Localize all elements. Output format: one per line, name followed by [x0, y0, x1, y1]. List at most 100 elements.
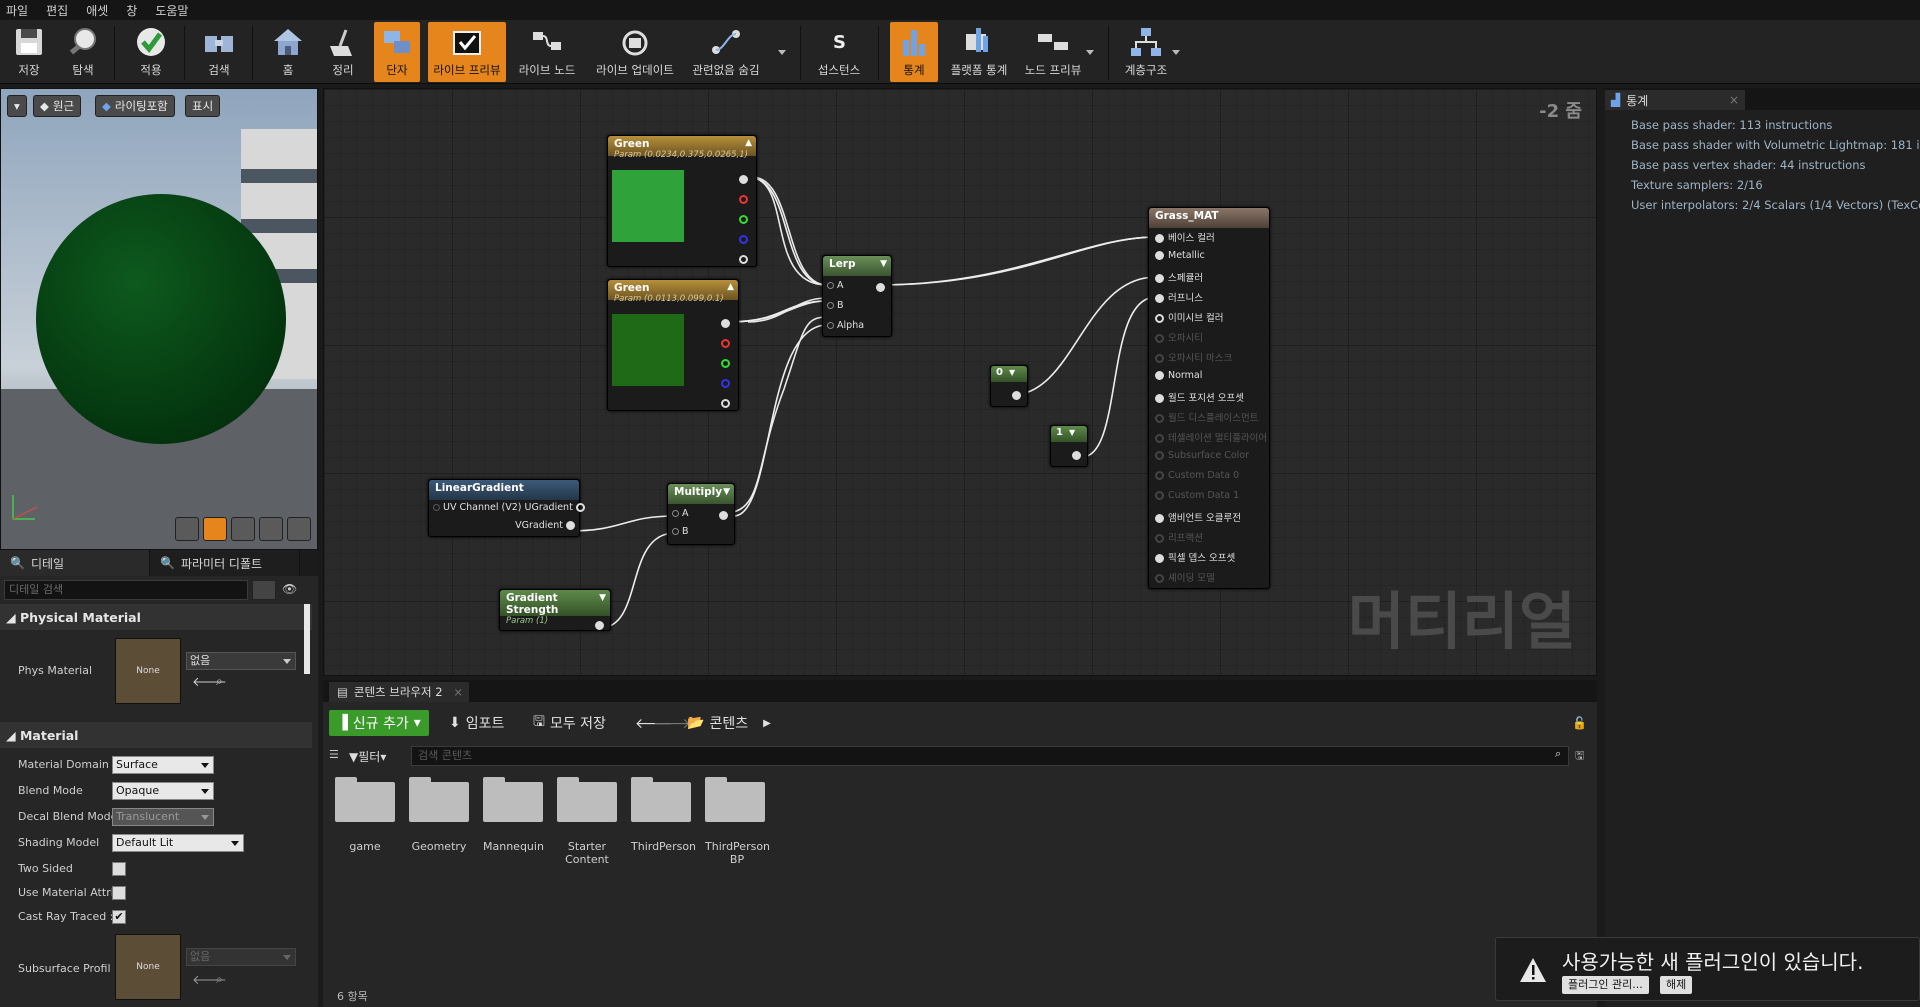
node-result-material[interactable]: Grass_MAT 베이스 컬러 Metallic 스페큘러 러프니스 이미시브 컬러 오… [1148, 207, 1270, 589]
result-input-pin[interactable]: 이미시브 컬러 [1155, 310, 1223, 324]
home-button[interactable]: 홈 [266, 22, 310, 82]
result-input-pin[interactable]: 러프니스 [1155, 290, 1203, 304]
lerp-input-b[interactable]: B [827, 300, 844, 311]
cube-shape-button[interactable] [259, 517, 283, 541]
result-input-pin[interactable]: 픽셀 뎁스 오프셋 [1155, 550, 1235, 564]
collapse-arrow-icon[interactable]: ▼ [723, 487, 730, 497]
node-preview-dropdown[interactable] [1086, 50, 1094, 55]
result-input-pin[interactable]: Metallic [1155, 250, 1205, 261]
import-button[interactable]: ⬇ 임포트 [449, 710, 504, 736]
menu-window[interactable]: 창 [126, 2, 137, 19]
details-scrollbar[interactable] [304, 604, 310, 674]
output-pin-rgb[interactable] [721, 316, 730, 329]
material-graph[interactable]: -2 줌 머티리얼 Green Param (0.0234,0.375,0.02… [323, 88, 1597, 676]
cylinder-shape-button[interactable] [175, 517, 199, 541]
live-preview-button[interactable]: 라이브 프리뷰 [428, 22, 506, 82]
custom-mesh-button[interactable] [287, 517, 311, 541]
connectors-button[interactable]: 단자 [374, 22, 420, 82]
vgradient-output[interactable]: VGradient [515, 520, 575, 531]
menu-asset[interactable]: 애셋 [86, 2, 108, 19]
platform-stats-button[interactable]: 플랫폼 통계 [946, 22, 1012, 82]
browse-button[interactable]: 탐색 [58, 22, 108, 82]
output-pin-a[interactable] [739, 252, 748, 265]
search-button[interactable]: 검색 [196, 22, 242, 82]
folder-item[interactable]: game [335, 777, 395, 853]
node-preview-button[interactable]: 노드 프리뷰 [1020, 22, 1086, 82]
constant-output-pin[interactable] [1072, 448, 1081, 461]
collapse-arrow-icon[interactable]: ▼ [1009, 368, 1015, 377]
lerp-input-alpha[interactable]: Alpha [827, 320, 864, 331]
use-material-attributes-checkbox[interactable] [112, 886, 126, 900]
subsurface-profile-thumbnail[interactable]: None [115, 934, 181, 1000]
material-domain-select[interactable]: Surface [112, 756, 214, 774]
output-pin-rgb[interactable] [739, 172, 748, 185]
collapse-arrow-icon[interactable]: ▼ [1069, 428, 1075, 437]
folder-item[interactable]: ThirdPerson BP [705, 777, 770, 866]
node-constant-0[interactable]: 0 ▼ [990, 365, 1028, 407]
details-search-input[interactable]: 디테일 검색 [4, 580, 248, 600]
live-nodes-button[interactable]: 라이브 노드 [514, 22, 580, 82]
node-green-1[interactable]: Green Param (0.0234,0.375,0.0265,1) ▲ [607, 135, 757, 267]
viewport-options-button[interactable]: ▾ [7, 95, 27, 117]
save-button[interactable]: 저장 [6, 22, 52, 82]
dismiss-button[interactable]: 해제 [1660, 976, 1693, 994]
collapse-arrow-icon[interactable]: ▲ [745, 138, 752, 148]
substance-button[interactable]: S 섭스턴스 [814, 22, 864, 82]
result-input-pin[interactable]: 베이스 컬러 [1155, 230, 1215, 244]
menu-help[interactable]: 도움말 [155, 2, 188, 19]
lerp-input-a[interactable]: A [827, 280, 844, 291]
manage-plugins-button[interactable]: 플러그인 관리... [1562, 976, 1649, 994]
sources-toggle-icon[interactable]: ☰ [329, 748, 339, 761]
constant-output-pin[interactable] [1012, 388, 1021, 401]
add-new-button[interactable]: ▐ 신규 추가 ▾ [329, 710, 429, 736]
clean-up-button[interactable]: 정리 [318, 22, 368, 82]
result-input-pin[interactable]: 스페큘러 [1155, 270, 1203, 284]
multiply-input-b[interactable]: B [672, 526, 689, 537]
node-lerp[interactable]: Lerp ▼ A B Alpha [822, 255, 892, 337]
shading-model-select[interactable]: Default Lit [112, 834, 244, 852]
save-search-icon[interactable]: 🖫 [1575, 747, 1584, 766]
cast-ray-traced-shadows-checkbox[interactable]: ✔ [112, 910, 126, 924]
live-update-button[interactable]: 라이브 업데이트 [590, 22, 680, 82]
folder-item[interactable]: Geometry [409, 777, 469, 853]
lighting-button[interactable]: ◆ 라이팅포함 [95, 95, 175, 117]
apply-button[interactable]: 적용 [128, 22, 174, 82]
result-input-pin[interactable]: Normal [1155, 370, 1202, 381]
tab-stats[interactable]: ▟ 통계 × [1605, 90, 1745, 110]
hide-unrelated-dropdown[interactable] [778, 50, 786, 55]
collapse-arrow-icon[interactable]: ▼ [880, 259, 887, 269]
folder-item[interactable]: ThirdPerson [631, 777, 696, 853]
category-material[interactable]: ◢ Material [0, 722, 312, 748]
node-gradient-strength[interactable]: Gradient Strength Param (1) ▼ [499, 589, 611, 631]
lock-icon[interactable]: 🔓 [1572, 716, 1587, 730]
output-pin-a[interactable] [721, 396, 730, 409]
two-sided-checkbox[interactable] [112, 862, 126, 876]
node-multiply[interactable]: Multiply ▼ A B [667, 483, 735, 545]
multiply-input-a[interactable]: A [672, 508, 689, 519]
folder-item[interactable]: Starter Content [557, 777, 617, 866]
sphere-shape-button[interactable] [203, 517, 227, 541]
folder-item[interactable]: Mannequin [483, 777, 544, 853]
output-pin-b[interactable] [721, 376, 730, 389]
phys-material-thumbnail[interactable]: None [115, 638, 181, 704]
eye-icon[interactable]: 👁 [282, 582, 297, 596]
lerp-output-pin[interactable] [876, 280, 885, 293]
browse-asset-icon[interactable]: ⌕ [216, 674, 223, 689]
history-forward-button[interactable]: 🡒 [653, 710, 691, 736]
result-input-pin[interactable]: 월드 포지션 오프셋 [1155, 390, 1244, 404]
ugradient-output[interactable]: UV Channel (V2) UGradient [433, 502, 585, 513]
tab-content-browser[interactable]: ▤ 콘텐츠 브라우저 2 × [329, 682, 469, 702]
stats-button[interactable]: 통계 [890, 22, 938, 82]
output-pin-r[interactable] [721, 336, 730, 349]
node-constant-1[interactable]: 1 ▼ [1050, 425, 1088, 467]
save-all-button[interactable]: 🖫 모두 저장 [533, 710, 606, 736]
node-linear-gradient[interactable]: LinearGradient UV Channel (V2) UGradient… [428, 479, 585, 537]
preview-viewport[interactable]: ▾ ◆ 원근 ◆ 라이팅포함 표시 [0, 88, 318, 550]
close-icon[interactable]: × [453, 685, 463, 699]
menu-file[interactable]: 파일 [6, 2, 28, 19]
menu-edit[interactable]: 편집 [46, 2, 68, 19]
perspective-button[interactable]: ◆ 원근 [33, 95, 82, 117]
path-breadcrumb[interactable]: 📂 콘텐츠 ▶ [687, 710, 771, 736]
tab-details[interactable]: 🔍 디테일 [0, 550, 150, 576]
phys-material-combo[interactable]: 없음 [186, 652, 296, 670]
